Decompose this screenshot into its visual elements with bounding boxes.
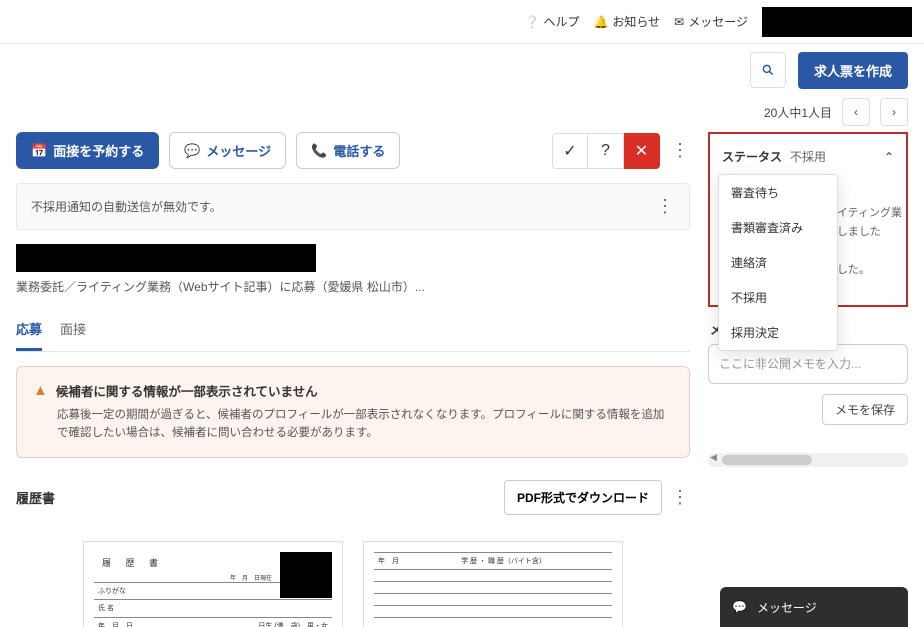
resume-page-1[interactable]: 履 歴 書 年 月 日現在 ふりがな 氏 名 年 月 日 日生 (満 歳) 男・…: [83, 541, 343, 627]
action-bar: 📅 面接を予約する 💬 メッセージ 📞 電話する ✓ ? ✕ ⋮: [16, 132, 690, 169]
help-link[interactable]: ❔ ヘルプ: [524, 13, 579, 30]
call-button-label: 電話する: [333, 141, 385, 160]
help-label: ヘルプ: [543, 13, 579, 30]
status-option[interactable]: 書類審査済み: [719, 210, 837, 245]
account-redacted[interactable]: [762, 7, 912, 37]
candidate-block: 業務委託／ライティング業務（Webサイト記事）に応募（愛媛県 松山市）...: [16, 244, 690, 295]
resume-name-row: 氏 名: [94, 599, 332, 617]
notice-label: お知らせ: [612, 13, 660, 30]
status-option[interactable]: 採用決定: [719, 315, 837, 350]
resume-pages: 履 歴 書 年 月 日現在 ふりがな 氏 名 年 月 日 日生 (満 歳) 男・…: [16, 531, 690, 627]
resume-title: 履歴書: [16, 488, 55, 507]
tab-apply[interactable]: 応募: [16, 311, 42, 351]
notice-link[interactable]: 🔔 お知らせ: [593, 13, 660, 30]
main-area: 📅 面接を予約する 💬 メッセージ 📞 電話する ✓ ? ✕ ⋮ 不採用通知の自…: [0, 128, 924, 627]
message-link[interactable]: ✉ メッセージ: [674, 13, 748, 30]
chat-icon: 💬: [184, 143, 200, 159]
chat-widget[interactable]: 💬 メッセージ: [720, 587, 908, 627]
approve-button[interactable]: ✓: [552, 133, 588, 169]
decision-group: ✓ ? ✕: [552, 133, 660, 169]
action-overflow-button[interactable]: ⋮: [670, 140, 690, 161]
memo-save-button[interactable]: メモを保存: [822, 394, 908, 425]
chevron-left-icon: ‹: [854, 105, 858, 119]
question-icon: ?: [601, 142, 610, 160]
info-strip-overflow[interactable]: ⋮: [655, 196, 675, 217]
create-job-button[interactable]: 求人票を作成: [798, 52, 908, 89]
kebab-icon: ⋮: [671, 140, 689, 161]
candidate-description: 業務委託／ライティング業務（Webサイト記事）に応募（愛媛県 松山市）...: [16, 278, 690, 295]
resume-photo-redacted: [280, 552, 332, 598]
status-option[interactable]: 不採用: [719, 280, 837, 315]
top-header: ❔ ヘルプ 🔔 お知らせ ✉ メッセージ: [0, 0, 924, 44]
phone-icon: 📞: [311, 143, 327, 159]
chevron-up-icon: ⌃: [884, 150, 894, 164]
check-icon: ✓: [563, 141, 576, 161]
left-column: 📅 面接を予約する 💬 メッセージ 📞 電話する ✓ ? ✕ ⋮ 不採用通知の自…: [16, 132, 690, 627]
right-column: ステータス 不採用 ⌃ 審査待ち 書類審査済み 連絡済 不採用 採用決定 イティ…: [708, 132, 908, 627]
resume-overflow-button[interactable]: ⋮: [670, 487, 690, 508]
prev-page-button[interactable]: ‹: [842, 98, 870, 126]
close-icon: ✕: [635, 141, 648, 161]
toolbar-row: 求人票を作成: [0, 44, 924, 96]
status-card: ステータス 不採用 ⌃ 審査待ち 書類審査済み 連絡済 不採用 採用決定 イティ…: [708, 132, 908, 307]
reject-button[interactable]: ✕: [624, 133, 660, 169]
status-peek-text: イティング業 しました した。: [837, 204, 902, 280]
status-dropdown: 審査待ち 書類審査済み 連絡済 不採用 採用決定: [718, 174, 838, 351]
search-icon: [761, 63, 775, 77]
schedule-interview-label: 面接を予約する: [53, 141, 144, 160]
status-value: 不採用: [790, 148, 876, 165]
chevron-right-icon: ›: [892, 105, 896, 119]
bell-icon: 🔔: [593, 15, 608, 29]
warning-box: ▲ 候補者に関する情報が一部表示されていません 応募後一定の期間が過ぎると、候補…: [16, 366, 690, 458]
call-button[interactable]: 📞 電話する: [296, 132, 400, 169]
download-pdf-button[interactable]: PDF形式でダウンロード: [504, 480, 662, 515]
status-dropdown-trigger[interactable]: ステータス 不採用 ⌃: [718, 142, 898, 175]
info-strip-text: 不採用通知の自動送信が無効です。: [31, 198, 222, 215]
message-button-label: メッセージ: [206, 141, 271, 160]
warning-body: 応募後一定の期間が過ぎると、候補者のプロフィールが一部表示されなくなります。プロ…: [33, 406, 673, 443]
tab-interview[interactable]: 面接: [60, 311, 86, 351]
tabs: 応募 面接: [16, 311, 690, 352]
chat-label: メッセージ: [757, 599, 817, 616]
chat-icon: 💬: [732, 600, 747, 614]
help-icon: ❔: [524, 15, 539, 29]
undecided-button[interactable]: ?: [588, 133, 624, 169]
warning-icon: ▲: [33, 382, 48, 399]
info-strip: 不採用通知の自動送信が無効です。 ⋮: [16, 183, 690, 230]
message-button[interactable]: 💬 メッセージ: [169, 132, 286, 169]
message-label: メッセージ: [688, 13, 748, 30]
resume-header: 履歴書 PDF形式でダウンロード ⋮: [16, 480, 690, 515]
warning-title: 候補者に関する情報が一部表示されていません: [56, 381, 318, 400]
schedule-interview-button[interactable]: 📅 面接を予約する: [16, 132, 159, 169]
resume-birth-row: 年 月 日 日生 (満 歳) 男・女: [94, 617, 332, 627]
status-option[interactable]: 連絡済: [719, 245, 837, 280]
candidate-name-redacted: [16, 244, 316, 272]
next-page-button[interactable]: ›: [880, 98, 908, 126]
warning-title-row: ▲ 候補者に関する情報が一部表示されていません: [33, 381, 673, 400]
search-button[interactable]: [750, 52, 786, 88]
status-option[interactable]: 審査待ち: [719, 175, 837, 210]
horizontal-scrollbar[interactable]: [708, 453, 908, 467]
resume-history-header: 年 月 学 歴 ・ 職 歴（バイト含）: [374, 552, 612, 569]
pagination-row: 20人中1人目 ‹ ›: [0, 96, 924, 128]
pagination-text: 20人中1人目: [764, 104, 832, 121]
mail-icon: ✉: [674, 15, 684, 29]
calendar-icon: 📅: [31, 143, 47, 159]
scrollbar-thumb[interactable]: [722, 455, 812, 465]
status-label: ステータス: [722, 148, 782, 165]
resume-page-2[interactable]: 年 月 学 歴 ・ 職 歴（バイト含） 年 月 資 格 ・ 免 許: [363, 541, 623, 627]
